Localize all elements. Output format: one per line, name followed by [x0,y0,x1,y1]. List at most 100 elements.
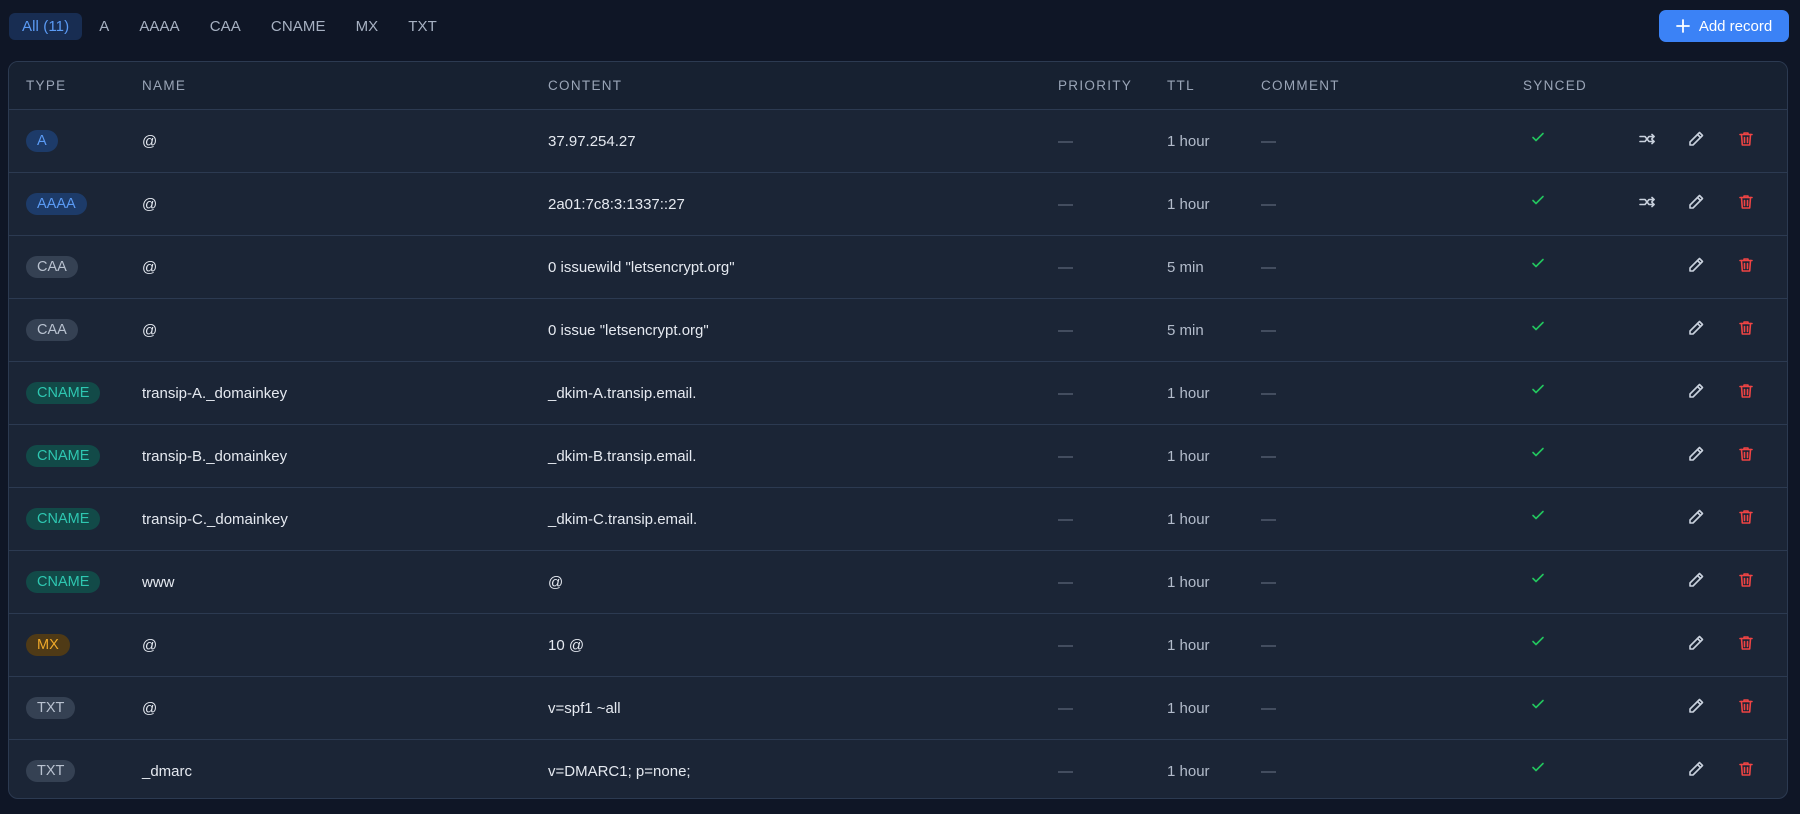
content-cell: 10 @ [548,636,585,654]
priority-cell: — [1058,447,1073,465]
delete-record-button[interactable] [1736,509,1756,529]
delete-record-button[interactable] [1736,383,1756,403]
pencil-icon [1687,256,1705,279]
column-header-comment: COMMENT [1261,78,1340,93]
comment-cell: — [1261,195,1276,213]
synced-check-icon [1530,129,1546,145]
ttl-cell: 1 hour [1167,699,1210,717]
record-type-badge: A [26,130,58,152]
delete-record-button[interactable] [1736,194,1756,214]
ttl-cell: 5 min [1167,258,1204,276]
delete-record-button[interactable] [1736,320,1756,340]
table-row: CNAME www @ — 1 hour — [9,551,1787,614]
ttl-cell: 1 hour [1167,510,1210,528]
content-cell: _dkim-B.transip.email. [548,447,697,465]
proxy-toggle-button[interactable] [1637,194,1657,214]
edit-record-button[interactable] [1686,194,1706,214]
pencil-icon [1687,130,1705,153]
column-header-type: TYPE [26,78,67,93]
add-record-button[interactable]: Add record [1659,10,1789,42]
synced-check-icon [1530,507,1546,523]
content-cell: 37.97.254.27 [548,132,636,150]
edit-record-button[interactable] [1686,320,1706,340]
priority-cell: — [1058,510,1073,528]
comment-cell: — [1261,636,1276,654]
delete-record-button[interactable] [1736,635,1756,655]
type-cell: TXT [26,740,76,798]
ttl-cell: 1 hour [1167,573,1210,591]
delete-record-button[interactable] [1736,698,1756,718]
pencil-icon [1687,697,1705,720]
filter-tab-all[interactable]: All (11) [9,13,83,40]
delete-record-button[interactable] [1736,572,1756,592]
type-cell: TXT [26,677,76,739]
record-type-badge: AAAA [26,193,87,215]
priority-cell: — [1058,699,1073,717]
ttl-cell: 1 hour [1167,132,1210,150]
edit-record-button[interactable] [1686,761,1706,781]
record-type-badge: MX [26,634,70,656]
priority-cell: — [1058,636,1073,654]
dns-records-table: TYPE NAME CONTENT PRIORITY TTL COMMENT S… [8,61,1788,799]
record-type-badge: TXT [26,760,76,782]
pencil-icon [1687,760,1705,783]
comment-cell: — [1261,384,1276,402]
delete-record-button[interactable] [1736,761,1756,781]
content-cell: @ [548,573,564,591]
proxy-toggle-button[interactable] [1637,131,1657,151]
filter-tab-mx[interactable]: MX [343,13,392,40]
type-cell: CAA [26,236,78,298]
edit-record-button[interactable] [1686,383,1706,403]
comment-cell: — [1261,573,1276,591]
edit-record-button[interactable] [1686,131,1706,151]
name-cell: @ [142,195,158,213]
filter-tab-a[interactable]: A [86,13,122,40]
delete-record-button[interactable] [1736,257,1756,277]
column-header-synced: SYNCED [1523,78,1588,93]
trash-icon [1737,382,1755,405]
priority-cell: — [1058,132,1073,150]
trash-icon [1737,760,1755,783]
comment-cell: — [1261,699,1276,717]
filter-tab-txt[interactable]: TXT [395,13,450,40]
delete-record-button[interactable] [1736,131,1756,151]
edit-record-button[interactable] [1686,446,1706,466]
filter-tab-aaaa[interactable]: AAAA [126,13,192,40]
table-row: MX @ 10 @ — 1 hour — [9,614,1787,677]
table-row: CAA @ 0 issue "letsencrypt.org" — 5 min … [9,299,1787,362]
trash-icon [1737,445,1755,468]
ttl-cell: 1 hour [1167,195,1210,213]
delete-record-button[interactable] [1736,446,1756,466]
edit-record-button[interactable] [1686,509,1706,529]
synced-check-icon [1530,255,1546,271]
synced-check-icon [1530,570,1546,586]
comment-cell: — [1261,510,1276,528]
edit-record-button[interactable] [1686,572,1706,592]
type-cell: A [26,110,58,172]
filter-tab-cname[interactable]: CNAME [258,13,339,40]
table-row: AAAA @ 2a01:7c8:3:1337::27 — 1 hour — [9,173,1787,236]
type-cell: CAA [26,299,78,361]
column-header-name: NAME [142,78,187,93]
record-type-badge: CNAME [26,571,101,593]
table-row: CAA @ 0 issuewild "letsencrypt.org" — 5 … [9,236,1787,299]
record-type-badge: CNAME [26,508,101,530]
name-cell: transip-C._domainkey [142,510,288,528]
record-type-badge: CNAME [26,445,101,467]
type-cell: CNAME [26,488,101,550]
comment-cell: — [1261,762,1276,780]
edit-record-button[interactable] [1686,698,1706,718]
name-cell: @ [142,699,158,717]
edit-record-button[interactable] [1686,257,1706,277]
column-header-ttl: TTL [1167,78,1195,93]
name-cell: transip-B._domainkey [142,447,288,465]
trash-icon [1737,508,1755,531]
pencil-icon [1687,508,1705,531]
filter-tab-caa[interactable]: CAA [197,13,254,40]
record-type-badge: TXT [26,697,76,719]
comment-cell: — [1261,258,1276,276]
edit-record-button[interactable] [1686,635,1706,655]
type-cell: MX [26,614,70,676]
priority-cell: — [1058,258,1073,276]
priority-cell: — [1058,384,1073,402]
